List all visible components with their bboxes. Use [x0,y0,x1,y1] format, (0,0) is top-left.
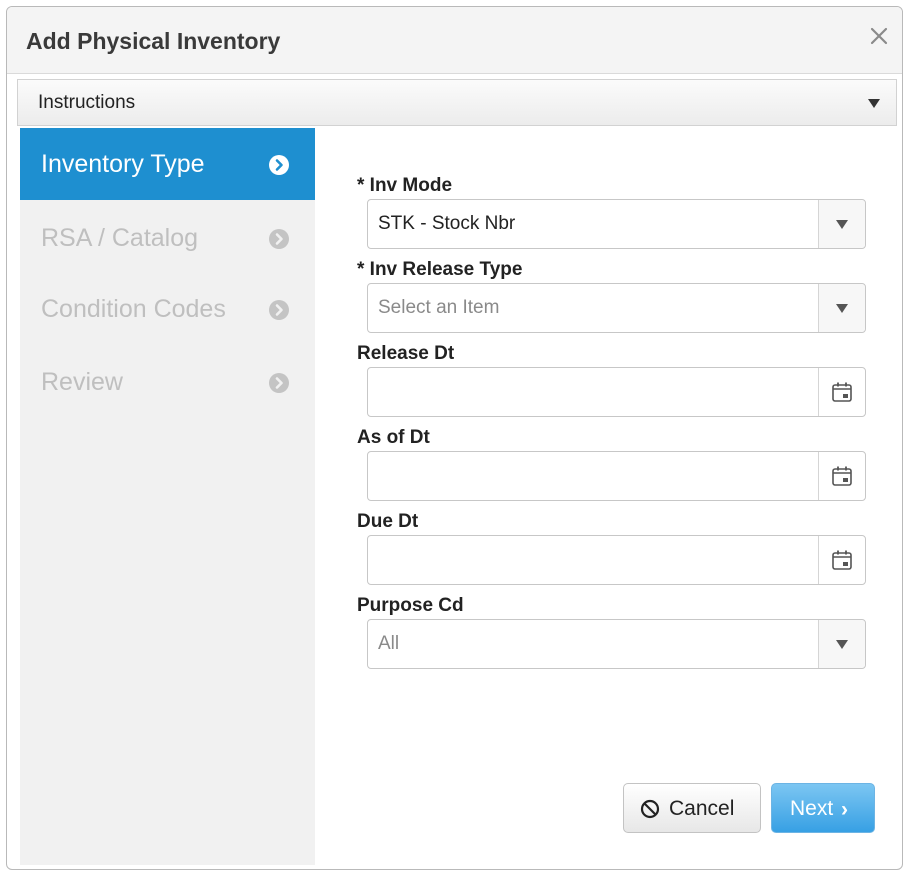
wizard-steps-sidebar: Inventory Type RSA / Catalog Condition C… [20,128,315,865]
instructions-panel-header[interactable]: Instructions [17,79,897,126]
close-icon[interactable] [868,25,890,47]
inv-release-type-select[interactable]: Select an Item [367,283,866,333]
chevron-circle-right-icon [269,155,289,175]
chevron-circle-right-icon [269,373,289,393]
chevron-down-icon [868,99,880,108]
as-of-dt-calendar-button[interactable] [818,452,865,500]
due-dt-calendar-button[interactable] [818,536,865,584]
release-dt-input[interactable] [367,367,866,417]
step-label: Condition Codes [41,295,226,323]
ban-icon [640,799,660,819]
next-button[interactable]: Next › [771,783,875,833]
inv-mode-dropdown-button[interactable] [818,200,865,248]
step-condition-codes[interactable]: Condition Codes [20,273,315,345]
as-of-dt-label: As of Dt [357,427,430,448]
purpose-cd-select[interactable]: All [367,619,866,669]
purpose-cd-label: Purpose Cd [357,595,464,616]
chevron-circle-right-icon [269,229,289,249]
purpose-cd-dropdown-button[interactable] [818,620,865,668]
chevron-circle-right-icon [269,300,289,320]
cancel-button[interactable]: Cancel [623,783,761,833]
release-dt-calendar-button[interactable] [818,368,865,416]
release-dt-label: Release Dt [357,343,455,364]
inv-release-type-label: * Inv Release Type [357,259,523,280]
dialog-titlebar: Add Physical Inventory [7,7,902,74]
inv-release-type-placeholder: Select an Item [378,297,500,318]
inv-release-type-dropdown-button[interactable] [818,284,865,332]
step-label: Review [41,368,123,396]
chevron-down-icon [836,640,848,649]
instructions-label: Instructions [38,92,136,113]
step-label: Inventory Type [41,150,205,178]
step-inventory-type[interactable]: Inventory Type [20,128,315,200]
purpose-cd-value: All [378,633,400,654]
calendar-icon [832,382,852,402]
step-rsa-catalog[interactable]: RSA / Catalog [20,202,315,274]
inv-mode-label: * Inv Mode [357,175,453,196]
dialog-title: Add Physical Inventory [26,28,281,54]
next-label: Next [790,797,834,820]
calendar-icon [832,550,852,570]
inv-mode-select[interactable]: STK - Stock Nbr [367,199,866,249]
chevron-down-icon [836,220,848,229]
cancel-label: Cancel [669,797,735,820]
step-label: RSA / Catalog [41,224,199,252]
inv-mode-value: STK - Stock Nbr [378,213,516,234]
add-physical-inventory-dialog: Add Physical Inventory Instructions Inve… [6,6,903,870]
as-of-dt-input[interactable] [367,451,866,501]
chevron-down-icon [836,304,848,313]
chevron-right-icon: › [841,798,848,821]
due-dt-input[interactable] [367,535,866,585]
step-review[interactable]: Review [20,346,315,418]
due-dt-label: Due Dt [357,511,419,532]
calendar-icon [832,466,852,486]
